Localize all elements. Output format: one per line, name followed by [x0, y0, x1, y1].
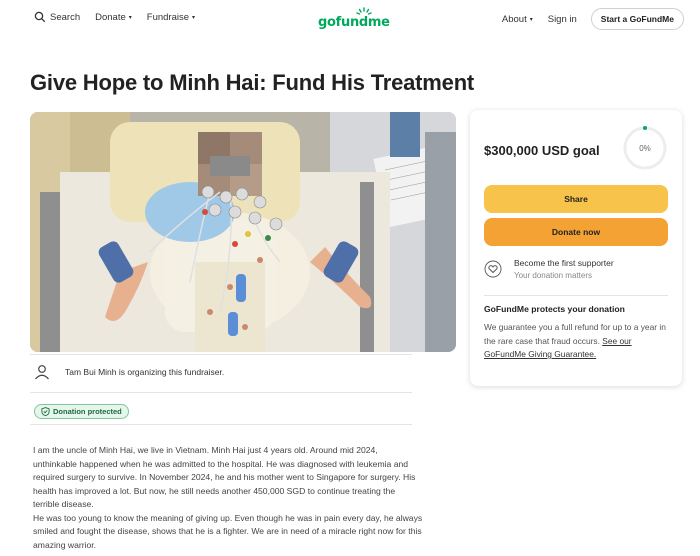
user-icon: [35, 365, 49, 380]
nav-left: Search Donate ▾ Fundraise ▾: [34, 11, 210, 23]
share-button[interactable]: Share: [484, 185, 668, 213]
story-paragraph: He was too young to know the meaning of …: [33, 512, 423, 550]
story-paragraph: I am the uncle of Minh Hai, we live in V…: [33, 445, 416, 509]
heart-hand-icon: [484, 260, 502, 278]
progress-ring: 0%: [623, 126, 667, 170]
hospital-photo-illustration: [30, 112, 456, 352]
organizer-row: Tam Bui Minh is organizing this fundrais…: [33, 363, 224, 381]
page-title: Give Hope to Minh Hai: Fund His Treatmen…: [30, 70, 475, 95]
gofundme-logo[interactable]: gofundme: [318, 7, 394, 31]
protection-body: We guarantee you a full refund for up to…: [484, 322, 666, 346]
organizer-text: Tam Bui Minh is organizing this fundrais…: [65, 367, 225, 377]
campaign-photo: [30, 112, 456, 352]
donation-card: $300,000 USD goal 0% Share Donate now Be…: [470, 110, 682, 386]
search-icon: [34, 11, 46, 23]
signin-link[interactable]: Sign in: [548, 14, 577, 25]
divider: [484, 295, 668, 296]
protection-title: GoFundMe protects your donation: [484, 304, 625, 314]
divider: [30, 354, 412, 355]
shield-icon: [41, 407, 50, 416]
first-supporter-row: Become the first supporter Your donation…: [484, 258, 614, 280]
supporter-title: Become the first supporter: [514, 258, 614, 268]
donate-menu-label: Donate: [95, 11, 126, 23]
search-label: Search: [50, 11, 81, 23]
donate-menu[interactable]: Donate ▾: [95, 12, 132, 23]
protection-text: We guarantee you a full refund for up to…: [484, 321, 668, 362]
story-text: I am the uncle of Minh Hai, we live in V…: [33, 444, 423, 552]
badge-label: Donation protected: [53, 407, 122, 416]
chevron-down-icon: ▾: [529, 16, 533, 23]
logo-text: gofundme: [318, 15, 390, 30]
donation-protected-badge[interactable]: Donation protected: [34, 404, 129, 419]
chevron-down-icon: ▾: [192, 14, 196, 21]
chevron-down-icon: ▾: [128, 14, 132, 21]
divider: [30, 424, 412, 425]
about-menu-label: About: [501, 13, 527, 25]
supporter-subtitle: Your donation matters: [514, 271, 592, 280]
divider: [30, 392, 412, 393]
fundraise-menu-label: Fundraise: [146, 11, 190, 23]
goal-amount: $300,000 USD goal: [484, 143, 600, 158]
donate-now-button[interactable]: Donate now: [484, 218, 668, 246]
top-nav: Search Donate ▾ Fundraise ▾ gofundme Abo…: [0, 0, 700, 36]
progress-label: 0%: [639, 144, 651, 153]
nav-right: About ▾ Sign in Start a GoFundMe: [502, 8, 684, 30]
about-menu[interactable]: About ▾: [502, 14, 533, 25]
start-gofundme-button[interactable]: Start a GoFundMe: [590, 8, 684, 30]
search-link[interactable]: Search: [34, 11, 80, 23]
fundraise-menu[interactable]: Fundraise ▾: [147, 12, 195, 23]
signin-label: Sign in: [547, 13, 577, 25]
